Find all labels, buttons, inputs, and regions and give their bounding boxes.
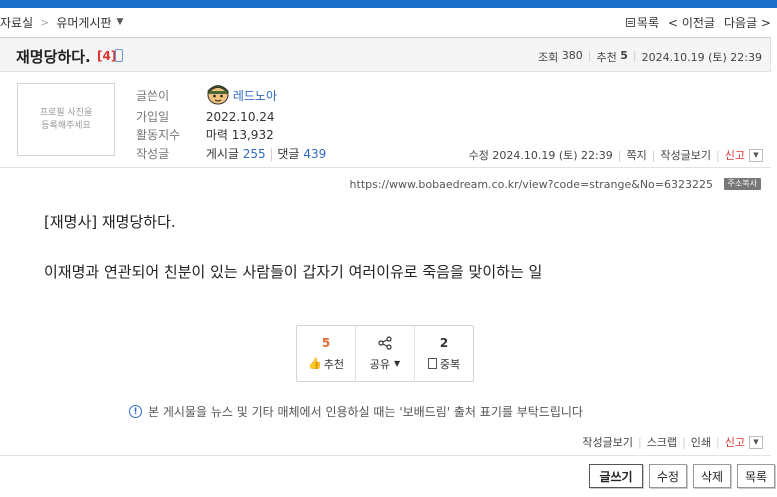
chevron-down-icon[interactable]: ▼ [117, 17, 124, 27]
scrap-link[interactable]: 스크랩 [647, 434, 677, 450]
views-count: 380 [561, 49, 583, 62]
footer-actions: 작성글보기 | 스크랩 | 인쇄 | 신고 ▼ [582, 434, 763, 450]
activity-value: 마력 13,932 [205, 128, 274, 142]
edit-button[interactable]: 수정 [649, 464, 687, 488]
next-post-link[interactable]: 다음글 > [724, 14, 771, 31]
breadcrumb-item-archive[interactable]: 자료실 [0, 14, 33, 31]
recommend-count: 5 [620, 49, 628, 62]
mobile-icon [115, 49, 123, 62]
report-link[interactable]: 신고 [725, 147, 745, 163]
reaction-box: 5 👍 추천 공유 ▼ 2 중복 [296, 325, 474, 382]
post-content-line: [재명사] 재명당하다. [44, 213, 176, 231]
list-link-label: 목록 [636, 16, 659, 30]
joined-date: 2022.10.24 [205, 110, 275, 124]
chevron-down-icon[interactable]: ▼ [749, 435, 763, 449]
share-button[interactable]: 공유 ▼ [356, 326, 415, 381]
joined-label: 가입일 [136, 110, 170, 124]
share-label: 공유 [369, 357, 391, 371]
duplicate-button[interactable]: 2 중복 [415, 326, 473, 381]
author-name[interactable]: 레드노아 [233, 89, 277, 103]
breadcrumb-separator: > [40, 15, 50, 29]
list-link[interactable]: 목록 [625, 14, 659, 31]
post-actions: 수정 2024.10.19 (토) 22:39 | 쪽지 | 작성글보기 | 신… [469, 147, 763, 163]
top-navigation: 목록 < 이전글 다음글 > [617, 14, 771, 31]
breadcrumb-item-humor-board[interactable]: 유머게시판 [56, 14, 111, 31]
copy-url-button[interactable]: 주소복사 [723, 178, 761, 190]
comments-count[interactable]: 439 [303, 147, 326, 161]
bottom-button-row: 글쓰기 수정 삭제 목록 [583, 464, 775, 488]
view-posts-link[interactable]: 작성글보기 [582, 434, 633, 450]
edited-datetime: 수정 2024.10.19 (토) 22:39 [468, 149, 613, 162]
recommend-label: 추천 [596, 51, 617, 64]
share-icon [378, 335, 392, 350]
message-link[interactable]: 쪽지 [626, 147, 646, 163]
posts-count-label: 게시글 [205, 147, 239, 161]
top-accent-bar [0, 0, 777, 8]
post-content-line: 이재명과 연관되어 친분이 있는 사람들이 갑자기 여러이유로 죽음을 맞이하는… [44, 263, 543, 281]
profile-photo-placeholder: 프로필 사진을 등록해주세요 [17, 83, 115, 156]
profile-placeholder-text: 프로필 사진을 등록해주세요 [39, 107, 93, 131]
post-datetime: 2024.10.19 (토) 22:39 [641, 51, 762, 64]
duplicate-label: 중복 [439, 357, 461, 371]
copy-icon [427, 358, 437, 369]
post-title-bar: 재명당하다. [4] 조회 380 | 추천 5 | 2024.10.19 (토… [0, 37, 771, 72]
post-stats: 조회 380 | 추천 5 | 2024.10.19 (토) 22:39 [538, 49, 762, 64]
prev-post-link[interactable]: < 이전글 [668, 14, 715, 31]
activity-label: 활동지수 [136, 128, 181, 142]
print-link[interactable]: 인쇄 [691, 434, 711, 450]
divider [0, 167, 771, 168]
writer-label: 글쓴이 [136, 89, 170, 103]
recommend-count: 5 [321, 335, 331, 350]
posts-count[interactable]: 255 [243, 147, 266, 161]
list-button[interactable]: 목록 [737, 464, 775, 488]
recommend-button[interactable]: 5 👍 추천 [297, 326, 356, 381]
post-url: https://www.bobaedream.co.kr/view?code=s… [349, 178, 713, 191]
view-posts-link[interactable]: 작성글보기 [660, 147, 711, 163]
report-link[interactable]: 신고 [725, 434, 745, 450]
info-icon: ! [129, 405, 142, 418]
recommend-label: 추천 [323, 357, 344, 371]
delete-button[interactable]: 삭제 [693, 464, 731, 488]
list-icon [625, 18, 635, 27]
breadcrumb: 자료실 > 유머게시판 ▼ [0, 14, 123, 30]
citation-notice: ! 본 게시물을 뉴스 및 기타 매체에서 인용하실 때는 '보배드림' 출처 … [129, 403, 583, 420]
divider [0, 455, 771, 456]
chevron-down-icon: ▼ [394, 359, 401, 368]
chevron-down-icon[interactable]: ▼ [749, 148, 763, 162]
thumbs-up-icon: 👍 [308, 357, 322, 370]
post-title: 재명당하다. [16, 48, 91, 66]
comments-count-label: 댓글 [277, 147, 300, 161]
duplicate-count: 2 [439, 335, 449, 350]
views-label: 조회 [538, 51, 559, 64]
write-button[interactable]: 글쓰기 [589, 464, 643, 488]
posts-label: 작성글 [136, 147, 170, 161]
avatar [207, 85, 229, 105]
citation-notice-text: 본 게시물을 뉴스 및 기타 매체에서 인용하실 때는 '보배드림' 출처 표기… [148, 405, 583, 419]
comment-count[interactable]: [4] [97, 49, 116, 63]
